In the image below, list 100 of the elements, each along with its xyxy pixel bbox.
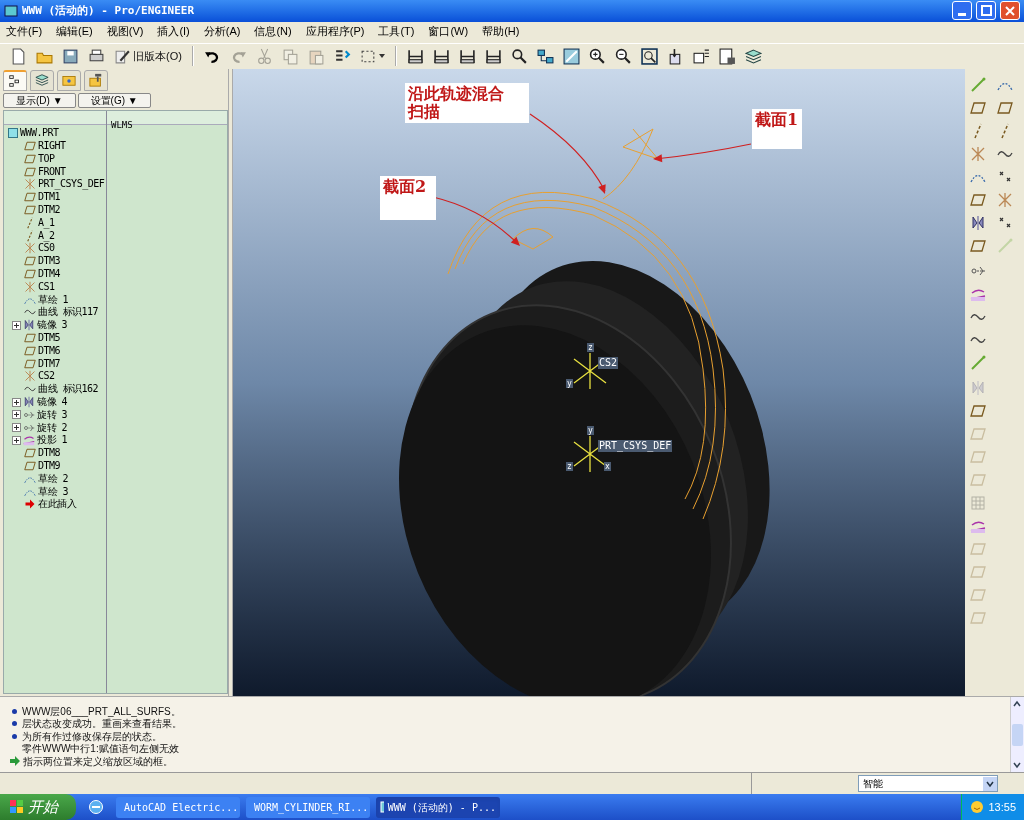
tree-item[interactable]: A_1 — [38, 216, 55, 229]
tree-item[interactable]: CS0 — [38, 242, 55, 255]
minimize-button[interactable] — [952, 1, 972, 21]
tree-item[interactable]: DTM5 — [38, 332, 61, 345]
callout-label: 截面2 — [383, 177, 427, 196]
menu-item[interactable]: 编辑(E) — [54, 23, 95, 40]
tree-item[interactable]: DTM1 — [38, 191, 61, 204]
scroll-thumb[interactable] — [1012, 723, 1023, 746]
mirror-icon — [23, 319, 35, 332]
tool-button[interactable] — [969, 214, 987, 232]
tree-item[interactable]: 旋转 3 — [37, 408, 68, 421]
toolbar-button[interactable] — [716, 45, 738, 68]
zoom-out-icon — [614, 47, 632, 65]
graphics-viewport[interactable]: 沿此轨迹混合 扫描 截面1 截面2 CS2 z y PRT_CSYS_DEF y z x — [233, 68, 965, 696]
menu-item[interactable]: 窗口(W) — [426, 23, 471, 40]
parallelogram-icon — [970, 541, 986, 558]
tree-item[interactable]: WWW.PRT — [20, 127, 59, 140]
navigator-tab[interactable] — [57, 69, 81, 91]
menu-item[interactable]: 插入(I) — [155, 23, 192, 40]
menu-item[interactable]: 视图(V) — [104, 23, 146, 40]
tree-item[interactable]: 旋转 2 — [37, 421, 68, 434]
tool-button[interactable] — [996, 99, 1014, 117]
navigator-tab[interactable] — [30, 69, 54, 91]
navigator-tab[interactable] — [84, 69, 108, 91]
parallelogram-icon — [970, 192, 986, 209]
window-title: WWW (活动的) - Pro/ENGINEER — [22, 2, 196, 19]
tree-item[interactable]: 曲线 标识117 — [38, 306, 99, 319]
start-button[interactable]: 开始 — [0, 794, 76, 820]
expand-toggle[interactable] — [12, 410, 21, 420]
menu-item[interactable]: 分析(A) — [201, 23, 243, 40]
tree-item[interactable]: A_2 — [38, 229, 55, 242]
csys-icon — [970, 146, 986, 163]
axis-line-icon — [24, 229, 36, 242]
bullet-icon — [12, 708, 17, 714]
scrollbar[interactable] — [1010, 697, 1024, 772]
tree-item[interactable]: 草绘 1 — [38, 293, 69, 306]
tree-item[interactable]: 曲线 标识162 — [38, 383, 99, 396]
expand-toggle[interactable] — [12, 320, 21, 330]
tree-item[interactable]: PRT_CSYS_DEF — [38, 178, 105, 191]
pulley-model-drawing[interactable] — [399, 260, 770, 696]
framed-magnifier-icon — [640, 47, 658, 65]
tree-item[interactable]: 草绘 3 — [38, 485, 69, 498]
axis-label: y — [566, 378, 573, 388]
parallelogram-icon — [997, 100, 1013, 117]
parallelogram-icon — [970, 472, 986, 489]
taskbar-button[interactable]: WWW (活动的) - P... — [376, 796, 500, 818]
scissors-icon — [255, 47, 273, 65]
tree-item[interactable]: DTM6 — [38, 344, 61, 357]
tree-item[interactable]: 草绘 2 — [38, 472, 69, 485]
diagonal-line-icon — [970, 355, 986, 372]
taskbar-button[interactable]: AutoCAD Electric... — [116, 796, 240, 818]
tree-item[interactable]: CS1 — [38, 280, 55, 293]
toolbar-button[interactable] — [638, 45, 660, 68]
browser-icon[interactable] — [88, 799, 104, 815]
menu-item[interactable]: 工具(T) — [376, 23, 417, 40]
tree-item[interactable]: TOP — [38, 152, 55, 165]
tree-item[interactable]: CS2 — [38, 370, 55, 383]
tool-button[interactable] — [969, 237, 987, 255]
tool-button[interactable] — [969, 99, 987, 117]
callout-label: 沿此轨迹混合 — [408, 84, 504, 103]
menu-item[interactable]: 文件(F) — [4, 23, 45, 40]
scroll-down-icon[interactable] — [1011, 760, 1023, 770]
tree-item[interactable]: DTM9 — [38, 460, 61, 472]
ruler-frame-icon — [484, 47, 502, 65]
expand-toggle[interactable] — [12, 423, 21, 433]
maximize-button[interactable] — [976, 1, 996, 21]
toolbar-button[interactable]: 旧版本(O) — [112, 45, 184, 68]
menu-item[interactable]: 应用程序(P) — [303, 23, 367, 40]
part-icon — [8, 128, 18, 139]
tree-item[interactable]: 在此插入 — [38, 498, 76, 511]
message-text: 为所有作过修改保存层的状态。 — [22, 729, 162, 743]
menu-item[interactable]: 帮助(H) — [480, 23, 522, 40]
column-header[interactable]: WLMS — [111, 119, 133, 130]
expand-toggle[interactable] — [12, 435, 21, 445]
sheet-picture-icon — [718, 47, 736, 65]
tree-item[interactable]: 投影 1 — [37, 434, 68, 447]
tree-item[interactable]: DTM3 — [38, 255, 61, 268]
tree-item[interactable]: DTM7 — [38, 357, 61, 370]
tree-item[interactable]: DTM4 — [38, 268, 61, 281]
parallelogram-icon — [24, 447, 36, 460]
tree-item[interactable]: DTM8 — [38, 447, 61, 460]
parallelogram-icon — [970, 100, 986, 117]
navigator-tab[interactable] — [3, 69, 27, 91]
dropdown-button[interactable]: 显示(D) ▼ — [3, 92, 76, 108]
taskbar-button[interactable]: WORM_CYLINDER_RI... — [246, 796, 370, 818]
tree-item[interactable]: 镜像 3 — [37, 319, 68, 332]
tree-item[interactable]: FRONT — [38, 165, 66, 178]
parallelogram-icon — [24, 140, 36, 153]
stacked-layers-icon — [744, 47, 762, 65]
projection-icon — [23, 434, 35, 447]
expand-toggle[interactable] — [12, 397, 21, 407]
dropdown-button[interactable]: 设置(G) ▼ — [77, 92, 151, 108]
tree-item[interactable]: 镜像 4 — [37, 396, 68, 409]
tree-item[interactable]: RIGHT — [38, 140, 66, 153]
filter-dropdown[interactable]: 智能 — [858, 775, 998, 792]
tool-button[interactable] — [969, 191, 987, 209]
tree-item[interactable]: DTM2 — [38, 204, 61, 217]
tool-button[interactable] — [969, 402, 987, 420]
close-button[interactable] — [1000, 1, 1020, 21]
menu-item[interactable]: 信息(N) — [252, 23, 294, 40]
